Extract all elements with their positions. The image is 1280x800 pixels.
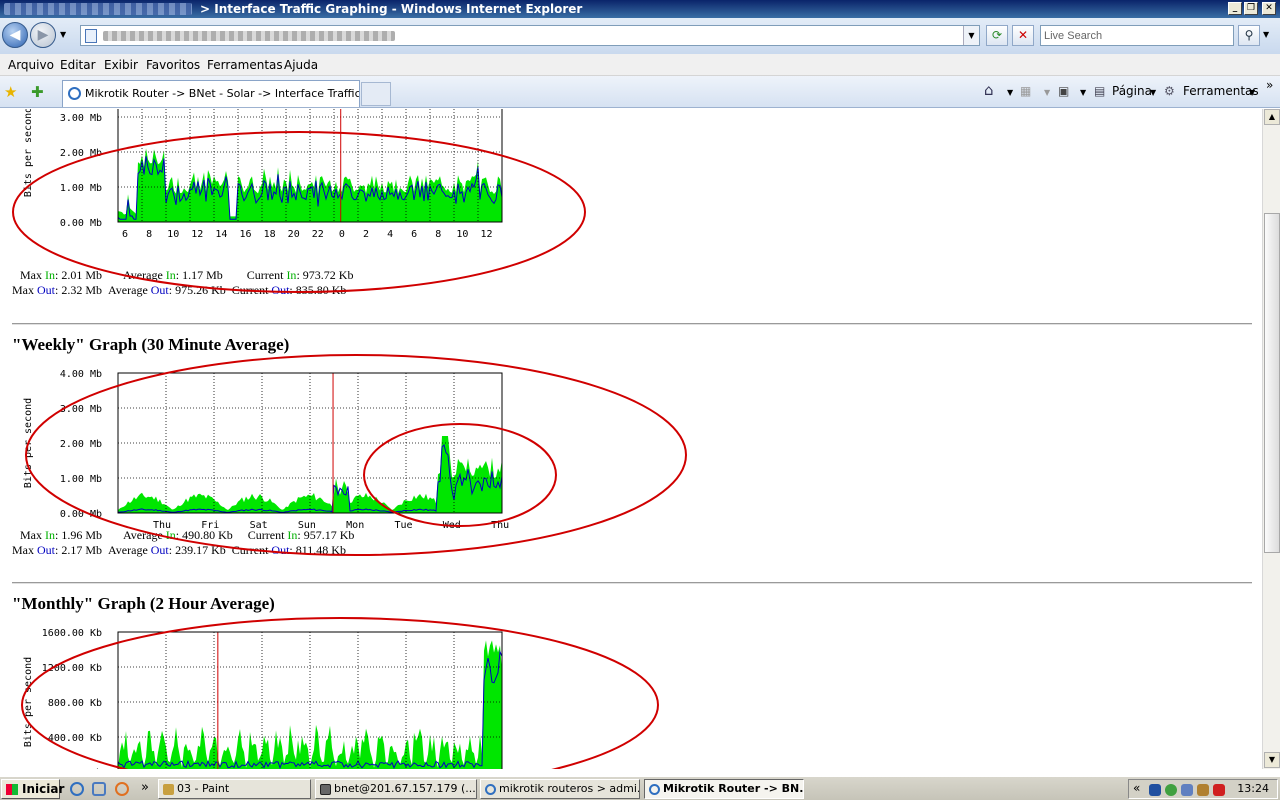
tab-bar: ★ ✚ Mikrotik Router -> BNet - Solar -> I…: [0, 76, 1280, 108]
history-dropdown-icon[interactable]: ▼: [60, 30, 66, 39]
page-icon: [85, 29, 97, 43]
print-icon[interactable]: ▣: [1058, 84, 1069, 98]
blurred-title-prefix: [4, 3, 192, 15]
blurred-url: [103, 31, 395, 41]
daily-annotation-ellipse: [12, 131, 586, 293]
task-terminal[interactable]: bnet@201.67.157.179 (...: [315, 779, 477, 799]
chevron-more-icon[interactable]: »: [1266, 78, 1273, 92]
page-menu[interactable]: Página: [1112, 84, 1152, 98]
weekly-annotation-ellipses: [25, 354, 687, 556]
refresh-button[interactable]: ⟳: [986, 25, 1008, 46]
volume-icon[interactable]: [1181, 784, 1193, 796]
search-input[interactable]: [1040, 25, 1234, 46]
weekly-section: "Weekly" Graph (30 Minute Average) 4.00 …: [0, 331, 1262, 571]
menu-exibir[interactable]: Exibir: [104, 58, 138, 72]
add-favorite-icon[interactable]: ✚: [31, 83, 44, 101]
print-dropdown-icon[interactable]: ▼: [1080, 88, 1086, 97]
ie-quicklaunch-icon[interactable]: [70, 782, 84, 796]
minimize-button[interactable]: _: [1228, 2, 1242, 15]
messenger-icon[interactable]: [1165, 784, 1177, 796]
daily-section: 4.00 Mb3.00 Mb2.00 Mb1.00 Mb0.00 MbBits …: [0, 109, 1262, 309]
url-input[interactable]: ▼: [80, 25, 980, 46]
start-button[interactable]: Iniciar: [1, 779, 64, 799]
close-button[interactable]: ✕: [1262, 2, 1276, 15]
explorer-quicklaunch-icon[interactable]: [92, 782, 106, 796]
section-divider-2: [12, 582, 1252, 584]
menu-favoritos[interactable]: Favoritos: [146, 58, 200, 72]
task-mikrotik-forum[interactable]: mikrotik routeros > admi...: [480, 779, 640, 799]
home-dropdown-icon[interactable]: ▼: [1007, 88, 1013, 97]
ie-icon: [649, 784, 660, 795]
menu-ajuda[interactable]: Ajuda: [284, 58, 318, 72]
home-icon[interactable]: ⌂: [984, 81, 994, 99]
menu-ferramentas[interactable]: Ferramentas: [207, 58, 283, 72]
menu-arquivo[interactable]: Arquivo: [8, 58, 54, 72]
ie-page-icon: [68, 87, 81, 100]
address-toolbar: ◀ ▶ ▼ ▼ ⟳ ✕ ⚲ ▼: [0, 18, 1280, 54]
feeds-icon[interactable]: ▦: [1020, 84, 1031, 98]
firefox-quicklaunch-icon[interactable]: [115, 782, 129, 796]
tab-label: Mikrotik Router -> BNet - Solar -> Inter…: [85, 87, 360, 100]
vertical-scrollbar[interactable]: ▲ ▼: [1262, 109, 1280, 769]
monthly-section: "Monthly" Graph (2 Hour Average) 1600.00…: [0, 590, 1262, 769]
scroll-up-icon[interactable]: ▲: [1264, 109, 1280, 125]
taskbar: Iniciar » 03 - Paint bnet@201.67.157.179…: [0, 776, 1280, 800]
scroll-thumb[interactable]: [1264, 213, 1280, 553]
windows-logo-icon: [6, 784, 18, 795]
quicklaunch-more-icon[interactable]: »: [141, 780, 149, 795]
search-button[interactable]: ⚲: [1238, 25, 1260, 46]
tools-tray-icon[interactable]: [1197, 784, 1209, 796]
back-button[interactable]: ◀: [2, 22, 28, 48]
monthly-annotation-ellipse: [21, 617, 659, 769]
stop-button[interactable]: ✕: [1012, 25, 1034, 46]
antivirus-icon[interactable]: [1213, 784, 1225, 796]
paint-icon: [163, 784, 174, 795]
tools-menu[interactable]: Ferramentas: [1183, 84, 1259, 98]
terminal-icon: [320, 784, 331, 795]
clock: 13:24: [1237, 782, 1269, 795]
maximize-button[interactable]: ❐: [1244, 2, 1258, 15]
tools-gear-icon[interactable]: ⚙: [1164, 84, 1175, 98]
network-icon[interactable]: [1149, 784, 1161, 796]
section-divider: [12, 323, 1252, 325]
new-tab-button[interactable]: [361, 82, 391, 106]
search-options-icon[interactable]: ▼: [1263, 30, 1269, 39]
tab-active[interactable]: Mikrotik Router -> BNet - Solar -> Inter…: [62, 80, 360, 107]
feeds-dropdown-icon[interactable]: ▼: [1044, 88, 1050, 97]
menu-editar[interactable]: Editar: [60, 58, 96, 72]
system-tray: « 13:24: [1128, 779, 1278, 799]
title-bar: > Interface Traffic Graphing - Windows I…: [0, 0, 1280, 18]
favorites-star-icon[interactable]: ★: [4, 83, 17, 101]
task-mikrotik-router[interactable]: Mikrotik Router -> BN...: [644, 779, 804, 799]
scroll-down-icon[interactable]: ▼: [1264, 752, 1280, 768]
tools-dropdown-icon[interactable]: ▼: [1249, 88, 1255, 97]
page-dropdown-icon[interactable]: ▼: [1150, 88, 1156, 97]
ie-icon: [485, 784, 496, 795]
url-dropdown-icon[interactable]: ▼: [963, 26, 979, 45]
window-title: > Interface Traffic Graphing - Windows I…: [200, 2, 583, 16]
page-menu-icon[interactable]: ▤: [1094, 84, 1105, 98]
task-paint[interactable]: 03 - Paint: [158, 779, 311, 799]
tray-expand-icon[interactable]: «: [1133, 781, 1140, 795]
forward-button[interactable]: ▶: [30, 22, 56, 48]
menu-bar: Arquivo Editar Exibir Favoritos Ferramen…: [0, 54, 1280, 76]
page-content: 4.00 Mb3.00 Mb2.00 Mb1.00 Mb0.00 MbBits …: [0, 109, 1262, 769]
